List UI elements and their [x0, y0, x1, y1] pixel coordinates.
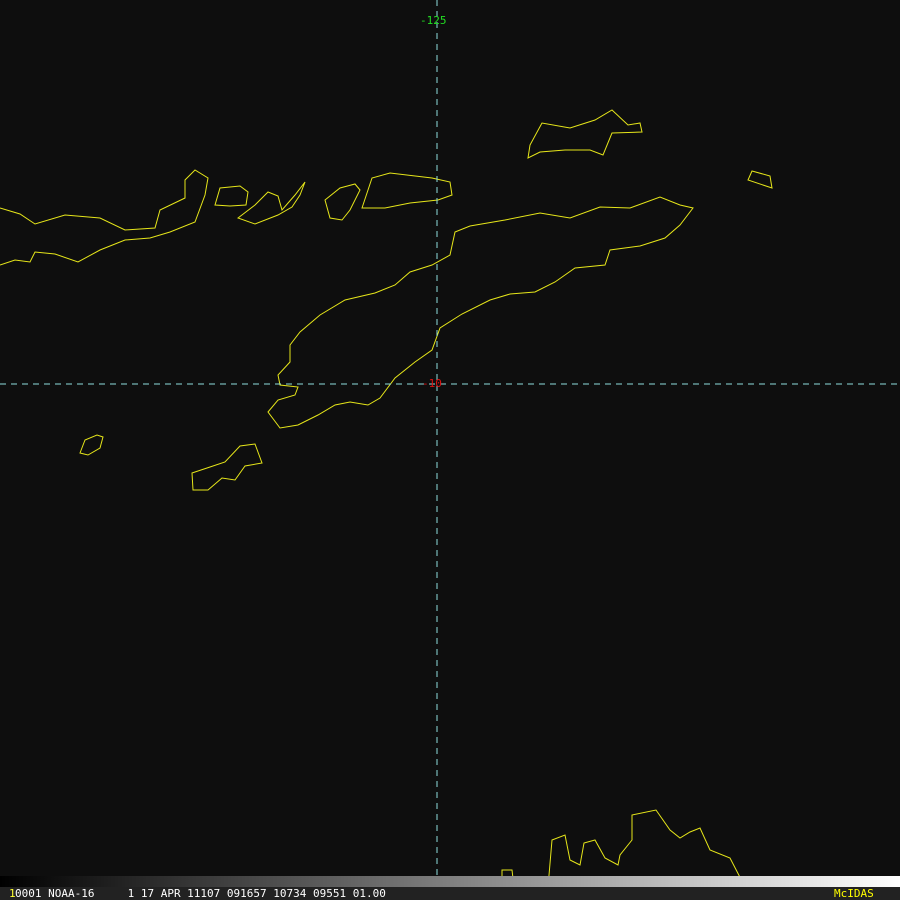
satellite-image-viewer[interactable]: -125 -10 1 0001 NOAA-16 1 17 APR 11107 0…	[0, 0, 900, 900]
coastline-flores	[0, 169, 209, 266]
longitude-label: -125	[420, 14, 447, 27]
coastline-small-island	[747, 170, 773, 189]
graticule	[0, 0, 900, 887]
coastline-australia	[547, 809, 746, 888]
coastline-timor	[267, 196, 694, 429]
mcidas-brand: McIDAS	[834, 887, 874, 900]
grayscale-bar	[0, 876, 900, 887]
coastline-island-c	[324, 183, 361, 221]
coastline-sawu	[191, 443, 263, 491]
status-bar: 1 0001 NOAA-16 1 17 APR 11107 091657 107…	[0, 887, 900, 900]
coastline-island-b	[236, 181, 306, 225]
coastline-wetar	[527, 109, 643, 159]
coastline-roti	[79, 434, 104, 456]
image-info: 0001 NOAA-16 1 17 APR 11107 091657 10734…	[15, 887, 386, 900]
coastline-alor	[361, 172, 453, 209]
map-overlay	[0, 0, 900, 888]
latitude-label: -10	[422, 377, 442, 390]
coastline-island-a	[214, 185, 249, 207]
coastlines	[0, 109, 773, 888]
